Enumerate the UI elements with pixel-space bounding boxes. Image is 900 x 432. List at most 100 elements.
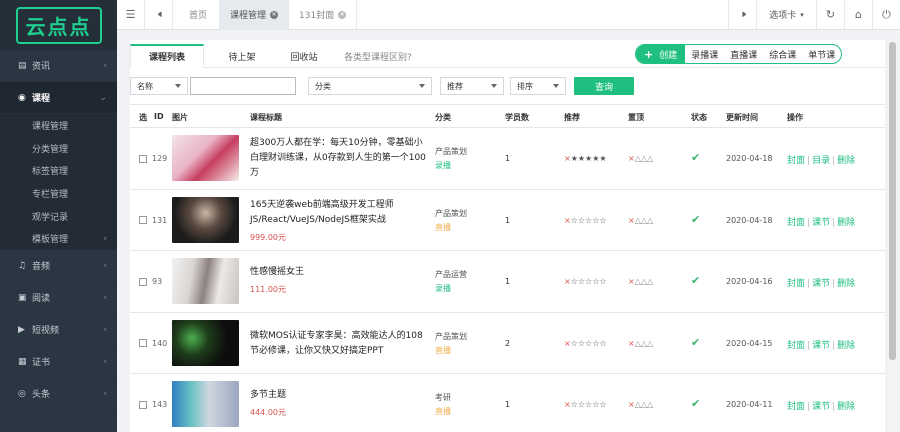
- course-thumbnail[interactable]: [172, 381, 239, 427]
- tab-home[interactable]: 首页: [173, 0, 221, 30]
- delete-link[interactable]: 删除: [837, 156, 855, 166]
- star-icon[interactable]: ☆☆☆☆☆: [571, 400, 607, 409]
- clear-icon[interactable]: ×: [564, 154, 571, 163]
- course-title[interactable]: 微软MOS认证专家李昊：高效能达人的108节必修课，让你又快又好搞定PPT: [250, 329, 426, 359]
- top-toggle[interactable]: ×△△△: [628, 400, 653, 409]
- type-recorded-button[interactable]: 录播课: [685, 48, 724, 61]
- recommend-stars[interactable]: ×☆☆☆☆☆: [564, 339, 607, 348]
- status-check-icon[interactable]: ✔: [691, 336, 700, 349]
- create-button[interactable]: + 创建: [636, 45, 686, 63]
- tab-cover-131[interactable]: 131封面 ✕: [289, 0, 358, 30]
- lessons-link[interactable]: 课节: [812, 218, 830, 228]
- course-thumbnail[interactable]: [172, 196, 239, 243]
- lessons-link[interactable]: 课节: [812, 341, 830, 351]
- delete-link[interactable]: 删除: [837, 341, 855, 351]
- clear-icon[interactable]: ×: [628, 277, 635, 286]
- sort-select[interactable]: 排序: [510, 77, 566, 95]
- sidebar-item-certificate[interactable]: ▦ 证书 ‹: [0, 346, 117, 379]
- cover-link[interactable]: 封面: [787, 341, 805, 351]
- row-checkbox[interactable]: [139, 339, 147, 347]
- cover-link[interactable]: 封面: [787, 156, 805, 166]
- row-checkbox[interactable]: [139, 277, 147, 286]
- clear-icon[interactable]: ×: [564, 216, 571, 225]
- top-toggle[interactable]: ×△△△: [628, 339, 653, 348]
- tab-pending[interactable]: 待上架: [210, 44, 274, 68]
- clear-icon[interactable]: ×: [628, 154, 635, 163]
- cover-link[interactable]: 封面: [787, 402, 805, 412]
- sidebar-subitem-category-manage[interactable]: 分类管理: [0, 137, 117, 160]
- row-checkbox[interactable]: [139, 154, 147, 163]
- lessons-link[interactable]: 课节: [812, 402, 830, 412]
- name-select[interactable]: 名称: [130, 77, 188, 95]
- status-check-icon[interactable]: ✔: [691, 274, 700, 287]
- delete-link[interactable]: 删除: [837, 402, 855, 412]
- catalog-link[interactable]: 目录: [812, 156, 830, 166]
- close-icon[interactable]: ✕: [338, 10, 347, 19]
- keyword-input[interactable]: [190, 77, 296, 95]
- sidebar-subitem-course-manage[interactable]: 课程管理: [0, 114, 117, 137]
- top-toggle[interactable]: ×△△△: [628, 216, 653, 225]
- clear-icon[interactable]: ×: [564, 277, 571, 286]
- category-select[interactable]: 分类: [308, 77, 432, 95]
- sidebar-subitem-template-manage[interactable]: 模板管理 ‹: [0, 227, 117, 250]
- clear-icon[interactable]: ×: [628, 400, 635, 409]
- course-title[interactable]: 多节主题 444.00元: [250, 388, 426, 420]
- row-checkbox[interactable]: [139, 216, 147, 224]
- status-check-icon[interactable]: ✔: [691, 213, 700, 226]
- sidebar-subitem-study-records[interactable]: 观学记录: [0, 205, 117, 228]
- top-toggle[interactable]: ×△△△: [628, 154, 653, 163]
- logout-button[interactable]: ⏻: [872, 0, 900, 30]
- logo[interactable]: 云点点: [0, 0, 117, 50]
- clear-icon[interactable]: ×: [628, 339, 635, 348]
- tab-card-dropdown[interactable]: 选项卡 ▾: [756, 0, 816, 30]
- triangle-icon[interactable]: △△△: [635, 277, 653, 286]
- sidebar-item-audio[interactable]: ♫ 音频 ‹: [0, 250, 117, 283]
- course-title[interactable]: 165天逆袭web前端高级开发工程师JS/React/VueJS/NodeJS框…: [250, 198, 426, 245]
- recommend-stars[interactable]: ×☆☆☆☆☆: [564, 216, 607, 225]
- course-title[interactable]: 性感慢摇女王 111.00元: [250, 265, 426, 297]
- cover-link[interactable]: 封面: [787, 218, 805, 228]
- menu-toggle-button[interactable]: ☰: [117, 0, 145, 30]
- sidebar-item-short-video[interactable]: ▶ 短视频 ‹: [0, 314, 117, 347]
- tabs-back-button[interactable]: ⏴⏴: [145, 0, 173, 30]
- recommend-select[interactable]: 推荐: [440, 77, 504, 95]
- refresh-button[interactable]: ↻: [816, 0, 844, 30]
- top-toggle[interactable]: ×△△△: [628, 277, 653, 286]
- course-title[interactable]: 超300万人都在学：每天10分钟，零基础小白理财训练课，从0存款到人生的第一个1…: [250, 136, 426, 181]
- delete-link[interactable]: 删除: [837, 218, 855, 228]
- sidebar-subitem-column-manage[interactable]: 专栏管理: [0, 182, 117, 205]
- recommend-stars[interactable]: ×☆☆☆☆☆: [564, 277, 607, 286]
- recommend-stars[interactable]: ×★★★★★: [564, 154, 607, 163]
- clear-icon[interactable]: ×: [564, 400, 571, 409]
- course-type-help-link[interactable]: 各类型课程区别?: [344, 50, 412, 63]
- tab-recycle-bin[interactable]: 回收站: [274, 44, 334, 68]
- sidebar-item-reading[interactable]: ▣ 阅读 ‹: [0, 282, 117, 315]
- tabs-forward-button[interactable]: ⏵⏵: [728, 0, 756, 30]
- query-button[interactable]: 查询: [574, 77, 634, 95]
- close-icon[interactable]: ✕: [270, 10, 279, 19]
- lessons-link[interactable]: 课节: [812, 279, 830, 289]
- cover-link[interactable]: 封面: [787, 279, 805, 289]
- row-checkbox[interactable]: [139, 400, 147, 409]
- status-check-icon[interactable]: ✔: [691, 151, 700, 164]
- star-icon[interactable]: ☆☆☆☆☆: [571, 339, 607, 348]
- star-icon[interactable]: ☆☆☆☆☆: [571, 277, 607, 286]
- course-thumbnail[interactable]: [172, 135, 239, 181]
- clear-icon[interactable]: ×: [628, 216, 635, 225]
- type-single-button[interactable]: 单节课: [802, 48, 841, 61]
- type-combined-button[interactable]: 综合课: [763, 48, 802, 61]
- triangle-icon[interactable]: △△△: [635, 154, 653, 163]
- sidebar-item-headlines[interactable]: ◎ 头条 ‹: [0, 378, 117, 411]
- recommend-stars[interactable]: ×☆☆☆☆☆: [564, 400, 607, 409]
- star-icon[interactable]: ★★★★★: [571, 154, 607, 163]
- triangle-icon[interactable]: △△△: [635, 339, 653, 348]
- clear-icon[interactable]: ×: [564, 339, 571, 348]
- sidebar-subitem-tag-manage[interactable]: 标签管理: [0, 159, 117, 182]
- tab-course-list[interactable]: 课程列表: [130, 44, 204, 68]
- triangle-icon[interactable]: △△△: [635, 216, 653, 225]
- delete-link[interactable]: 删除: [837, 279, 855, 289]
- scrollbar-thumb[interactable]: [889, 42, 896, 360]
- star-icon[interactable]: ☆☆☆☆☆: [571, 216, 607, 225]
- tab-course-manage[interactable]: 课程管理 ✕: [220, 0, 290, 30]
- course-thumbnail[interactable]: [172, 258, 239, 304]
